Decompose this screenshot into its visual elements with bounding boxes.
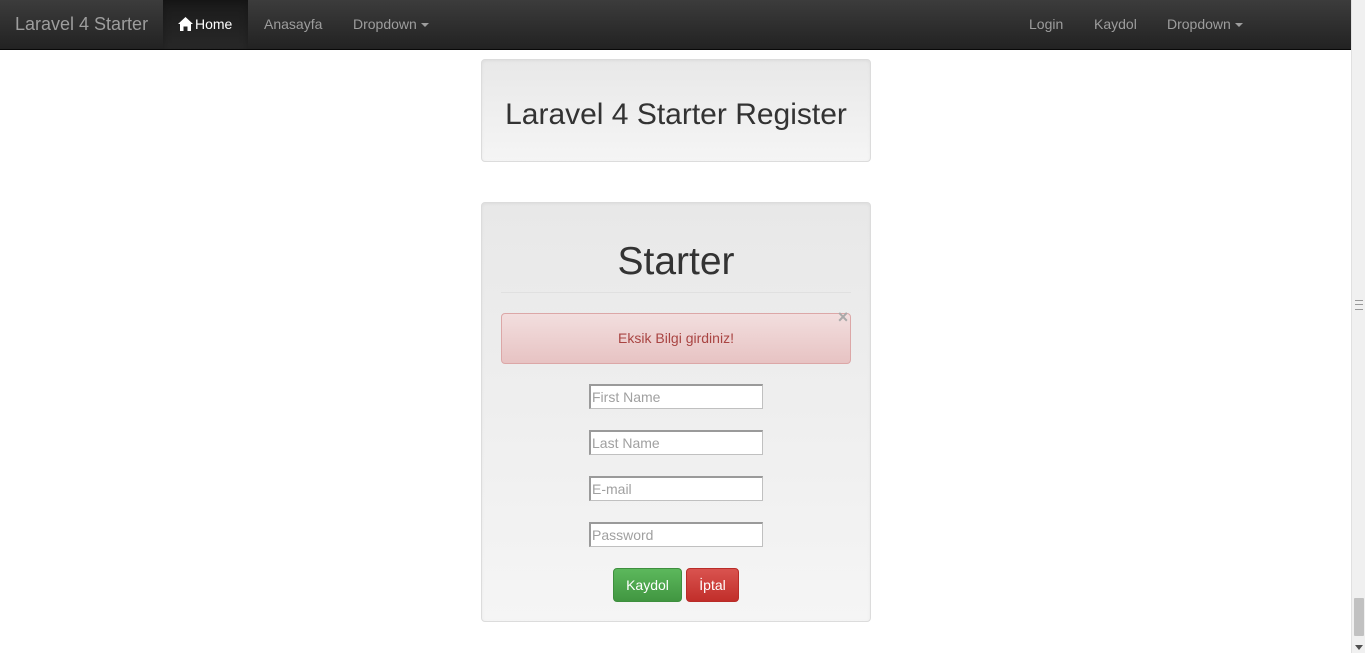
caret-down-icon [1234, 23, 1243, 28]
email-input[interactable] [589, 476, 763, 501]
navbar-brand[interactable]: Laravel 4 Starter [15, 0, 148, 50]
password-input[interactable] [589, 522, 763, 547]
last-name-input[interactable] [589, 430, 763, 455]
caret-down-icon [420, 23, 429, 28]
nav-item-kaydol[interactable]: Kaydol [1094, 0, 1137, 49]
form-heading: Starter [617, 240, 735, 283]
page-title: Laravel 4 Starter Register [505, 98, 847, 131]
nav-item-login[interactable]: Login [1029, 0, 1063, 49]
error-alert: Eksik Bilgi girdiniz! × [501, 308, 851, 364]
close-icon[interactable]: × [836, 308, 850, 326]
vertical-scrollbar[interactable] [1351, 0, 1365, 653]
nav-item-home-label: Home [195, 16, 233, 32]
cancel-button[interactable]: İptal [686, 568, 739, 602]
nav-dropdown-left-label: Dropdown [353, 16, 417, 32]
nav-item-anasayfa[interactable]: Anasayfa [264, 0, 322, 49]
scroll-thumb[interactable] [1354, 598, 1364, 636]
nav-dropdown-right[interactable]: Dropdown [1167, 0, 1243, 49]
scroll-grip-icon [1355, 300, 1363, 310]
heading-divider [501, 292, 851, 293]
scroll-down-arrow-icon[interactable] [1355, 645, 1363, 650]
nav-dropdown-left[interactable]: Dropdown [353, 0, 429, 49]
nav-dropdown-right-label: Dropdown [1167, 16, 1231, 32]
error-alert-message: Eksik Bilgi girdiniz! [618, 330, 734, 346]
nav-item-home[interactable]: Home [163, 0, 248, 49]
home-icon [178, 2, 193, 50]
top-navbar: Laravel 4 Starter Home Anasayfa Dropdown… [0, 0, 1351, 50]
first-name-input[interactable] [589, 384, 763, 409]
register-button[interactable]: Kaydol [613, 568, 682, 602]
page-title-panel: Laravel 4 Starter Register [481, 59, 871, 162]
register-form-panel: Starter Eksik Bilgi girdiniz! × Kaydol İ… [481, 202, 871, 622]
